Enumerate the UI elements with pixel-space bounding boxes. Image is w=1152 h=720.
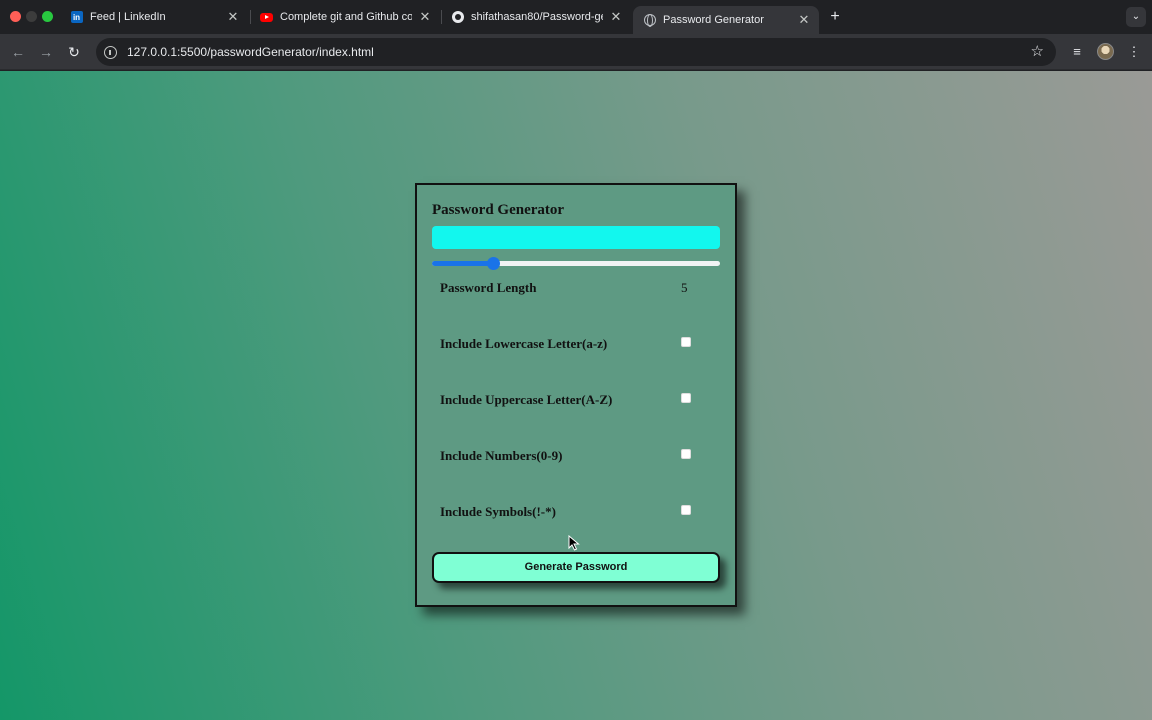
slider-thumb[interactable] — [486, 257, 500, 270]
symbols-checkbox[interactable] — [681, 505, 691, 515]
address-bar[interactable]: 127.0.0.1:5500/passwordGenerator/index.h… — [96, 38, 1056, 66]
length-row: Password Length 5 — [440, 278, 700, 298]
option-lowercase-row: Include Lowercase Letter(a-z) — [440, 334, 700, 354]
profile-avatar[interactable] — [1097, 43, 1114, 60]
password-length-slider[interactable] — [432, 257, 720, 270]
mouse-cursor-icon — [568, 535, 580, 551]
page-viewport: Password Generator Password Length 5 Inc… — [0, 71, 1152, 720]
page-title: Password Generator — [432, 202, 565, 218]
close-tab-icon[interactable]: ✕ — [418, 10, 432, 24]
tab-github[interactable]: shifathasan80/Password-gen ✕ — [441, 4, 631, 30]
new-tab-button[interactable]: + — [826, 8, 844, 26]
numbers-checkbox[interactable] — [681, 449, 691, 459]
slider-fill — [432, 261, 493, 266]
password-length-label: Password Length — [440, 280, 537, 295]
address-bar-url[interactable]: 127.0.0.1:5500/passwordGenerator/index.h… — [127, 45, 374, 59]
youtube-icon — [260, 11, 273, 24]
tab-title: Complete git and Github cou — [280, 11, 412, 23]
option-numbers-row: Include Numbers(0-9) — [440, 446, 700, 466]
tab-linkedin[interactable]: in Feed | LinkedIn ✕ — [60, 4, 248, 30]
uppercase-checkbox[interactable] — [681, 393, 691, 403]
option-symbols-label: Include Symbols(!-*) — [440, 504, 556, 519]
globe-icon — [643, 14, 656, 27]
github-icon — [451, 11, 464, 24]
password-display-field[interactable] — [432, 226, 720, 249]
bookmark-star-icon[interactable]: ☆ — [1031, 43, 1044, 61]
reload-icon[interactable]: ↻ — [64, 42, 84, 62]
back-arrow-icon[interactable]: ← — [8, 42, 28, 62]
close-tab-icon[interactable]: ✕ — [797, 13, 811, 27]
browser-toolbar: ← → ↻ 127.0.0.1:5500/passwordGenerator/i… — [0, 34, 1152, 70]
option-lowercase-label: Include Lowercase Letter(a-z) — [440, 336, 608, 351]
tab-title: Password Generator — [663, 14, 764, 26]
media-controls-icon[interactable]: ≡ — [1068, 42, 1086, 62]
close-window-button[interactable] — [10, 11, 21, 22]
linkedin-icon: in — [70, 11, 83, 24]
tab-youtube[interactable]: Complete git and Github cou ✕ — [250, 4, 440, 30]
tab-title: shifathasan80/Password-gen — [471, 11, 603, 23]
maximize-window-button[interactable] — [42, 11, 53, 22]
site-info-icon[interactable] — [104, 45, 117, 59]
password-length-value: 5 — [681, 280, 688, 295]
browser-tab-strip: in Feed | LinkedIn ✕ Complete git and Gi… — [0, 0, 1152, 34]
lowercase-checkbox[interactable] — [681, 337, 691, 347]
forward-arrow-icon[interactable]: → — [36, 42, 56, 62]
option-uppercase-row: Include Uppercase Letter(A-Z) — [440, 390, 700, 410]
tab-title: Feed | LinkedIn — [90, 11, 166, 23]
option-uppercase-label: Include Uppercase Letter(A-Z) — [440, 392, 613, 407]
browser-menu-icon[interactable]: ⋮ — [1126, 42, 1142, 62]
generate-password-button[interactable]: Generate Password — [432, 552, 720, 583]
tab-search-chevron-icon[interactable]: ⌄ — [1126, 7, 1146, 27]
close-tab-icon[interactable]: ✕ — [609, 10, 623, 24]
close-tab-icon[interactable]: ✕ — [226, 10, 240, 24]
option-symbols-row: Include Symbols(!-*) — [440, 502, 700, 522]
tab-password-generator[interactable]: Password Generator ✕ — [633, 6, 819, 34]
minimize-window-button[interactable] — [26, 11, 37, 22]
option-numbers-label: Include Numbers(0-9) — [440, 448, 563, 463]
